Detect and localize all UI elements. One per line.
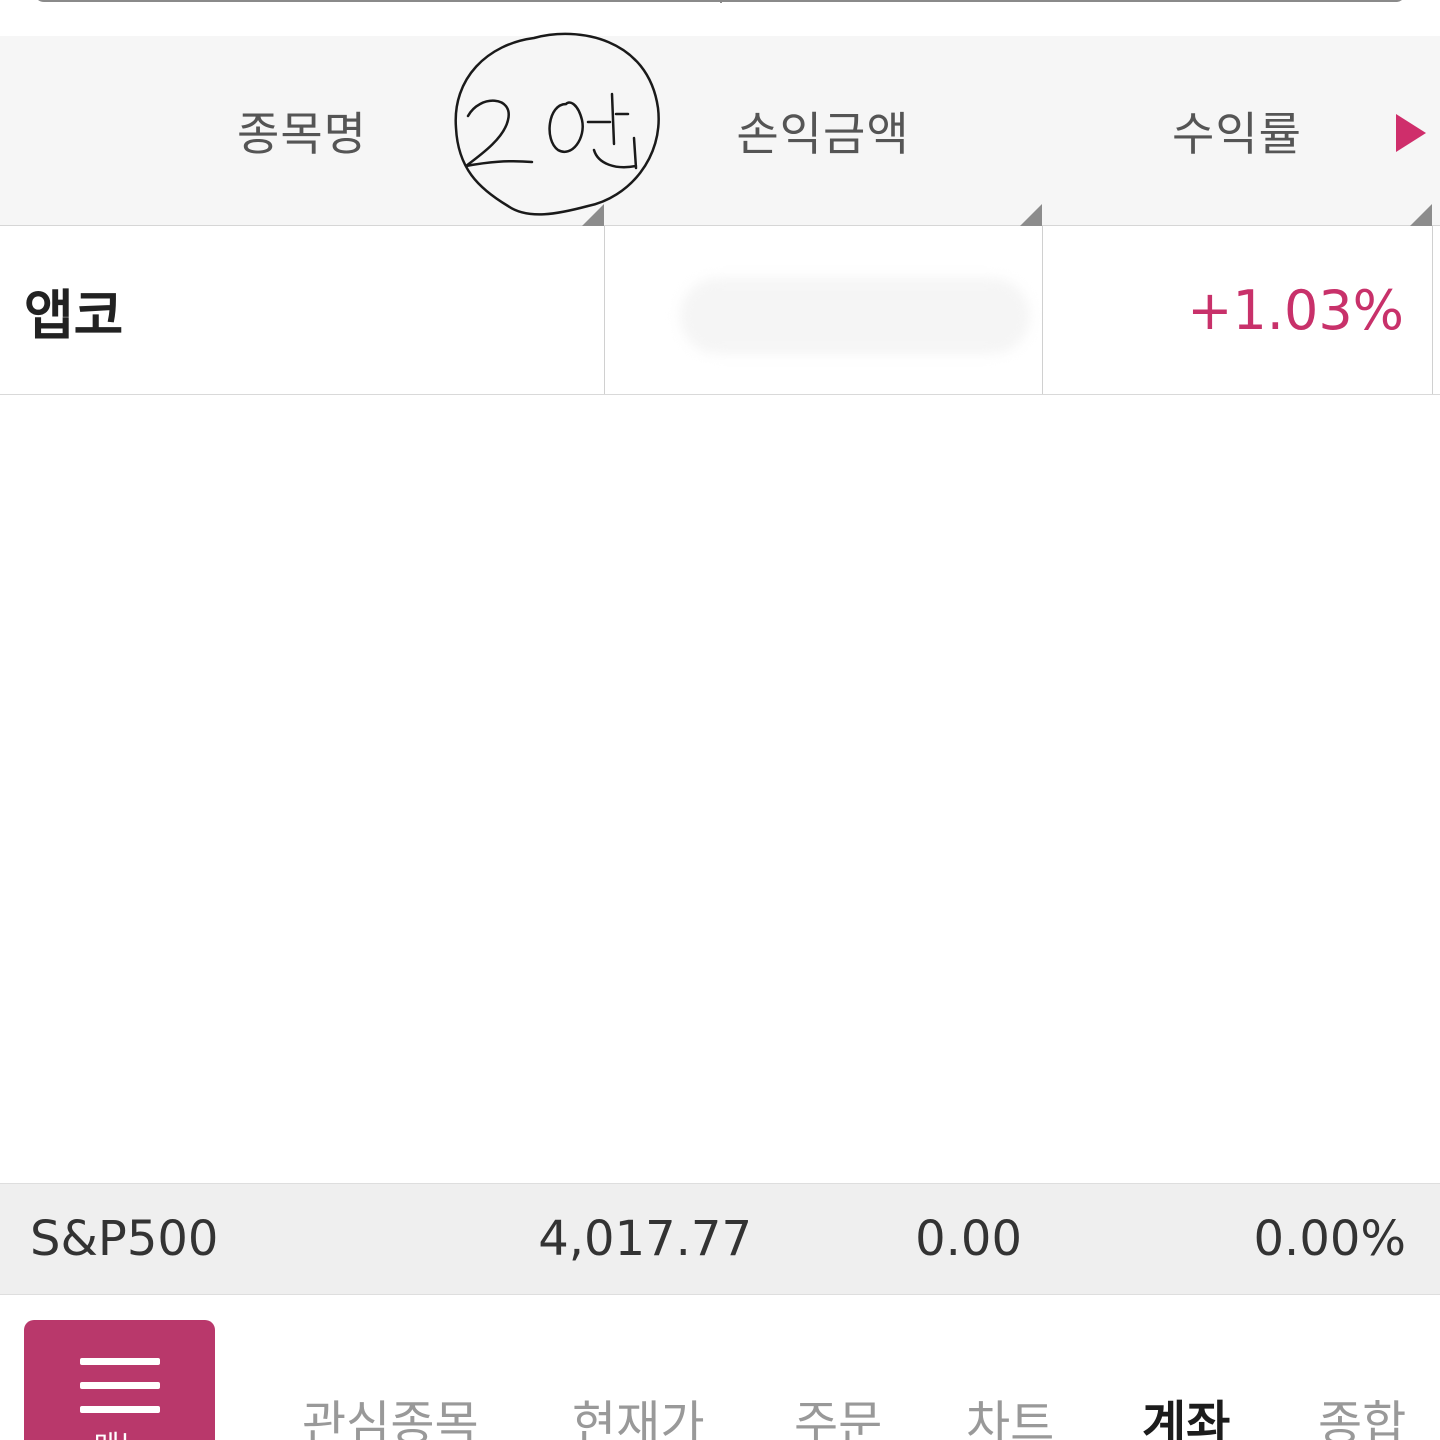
hamburger-icon-bar xyxy=(80,1382,160,1389)
return-rate-value: +1.03% xyxy=(1187,278,1404,342)
tab-account[interactable]: 계좌 xyxy=(1142,1384,1230,1440)
tab-overview[interactable]: 종합 xyxy=(1318,1384,1406,1440)
hamburger-icon xyxy=(80,1358,160,1365)
sort-corner-icon xyxy=(1020,204,1042,226)
account-screen: 종목명 손익금액 수익률 앱코 +1.03% S&P500 4,017.77 0… xyxy=(0,0,1440,1440)
header-return-rate[interactable]: 수익률 xyxy=(1042,36,1432,226)
column-divider xyxy=(1042,226,1043,394)
hamburger-icon-bar xyxy=(80,1406,160,1413)
index-name: S&P500 xyxy=(30,1211,219,1267)
table-header: 종목명 손익금액 수익률 xyxy=(0,36,1440,226)
menu-label: 메뉴 xyxy=(24,1424,215,1440)
tab-current-price[interactable]: 현재가 xyxy=(572,1384,704,1440)
menu-button[interactable]: 메뉴 xyxy=(24,1320,215,1440)
index-change-percent: 0.00% xyxy=(1253,1211,1406,1267)
sort-corner-icon xyxy=(1410,204,1432,226)
table-row[interactable]: 앱코 +1.03% xyxy=(0,226,1440,395)
column-divider xyxy=(604,226,605,394)
index-ticker-bar[interactable]: S&P500 4,017.77 0.00 0.00% xyxy=(0,1183,1440,1295)
top-segment-strip xyxy=(0,0,1440,36)
stock-name: 앱코 xyxy=(24,283,124,347)
tab-watchlist[interactable]: 관심종목 xyxy=(302,1384,479,1440)
segment-divider xyxy=(720,0,722,3)
next-arrow-icon[interactable] xyxy=(1396,114,1426,152)
tab-chart[interactable]: 차트 xyxy=(966,1384,1054,1440)
handwritten-circle-annotation xyxy=(454,32,660,216)
index-change: 0.00 xyxy=(915,1211,1022,1267)
bottom-navigation: 메뉴 관심종목 현재가 주문 차트 계좌 종합 xyxy=(0,1296,1440,1440)
redacted-profit-amount xyxy=(680,278,1030,354)
tab-order[interactable]: 주문 xyxy=(794,1384,882,1440)
header-profit-amount[interactable]: 손익금액 xyxy=(604,36,1042,226)
index-price: 4,017.77 xyxy=(538,1211,752,1267)
column-divider xyxy=(1432,226,1433,394)
